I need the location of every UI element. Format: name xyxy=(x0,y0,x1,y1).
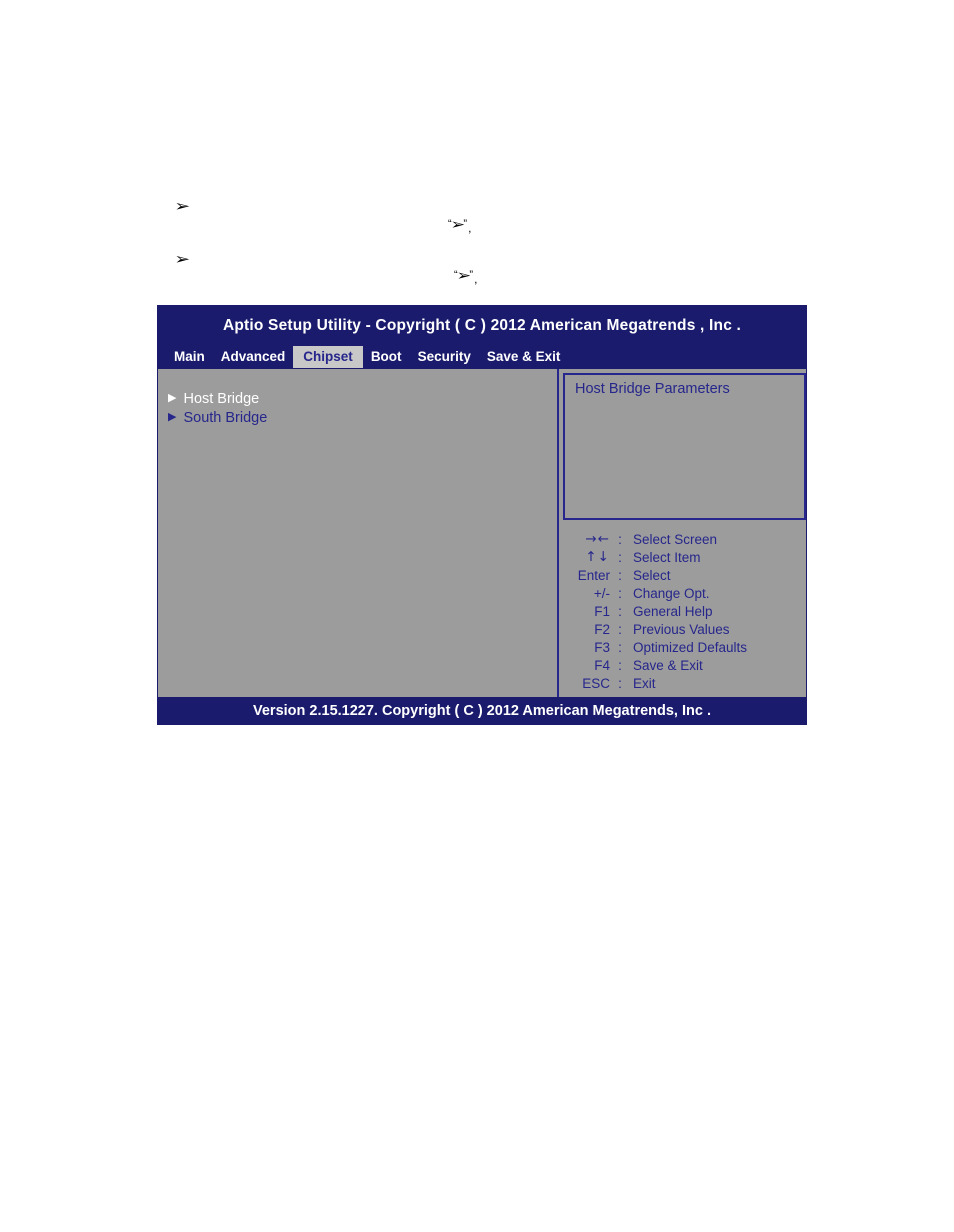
menu-item-host-bridge[interactable]: ▶ Host Bridge xyxy=(158,389,557,408)
menu-item-label: South Bridge xyxy=(183,409,268,426)
key-legend: →← : Select Screen ↑↓ : Select Item Ente… xyxy=(563,524,806,699)
bios-setup-window: Aptio Setup Utility - Copyright ( C ) 20… xyxy=(157,305,807,725)
legend-row-enter: Enter : Select xyxy=(563,566,806,584)
wingding-arrow-bullet-icon: ➢ xyxy=(174,197,191,215)
bios-body: ▶ Host Bridge ▶ South Bridge Host Bridge… xyxy=(158,369,806,701)
legend-row-change-opt: +/- : Change Opt. xyxy=(563,584,806,602)
legend-key: F2 xyxy=(594,621,610,637)
arrow-left-right-icon: →← xyxy=(585,531,610,547)
legend-colon: : xyxy=(618,621,622,637)
help-title: Host Bridge Parameters xyxy=(575,381,730,397)
legend-key: +/- xyxy=(593,585,610,601)
tab-save-and-exit[interactable]: Save & Exit xyxy=(479,347,569,368)
legend-colon: : xyxy=(618,657,622,673)
legend-label: Previous Values xyxy=(633,621,730,637)
bios-title-text: Aptio Setup Utility - Copyright ( C ) 20… xyxy=(222,316,742,334)
legend-colon: : xyxy=(618,585,622,601)
inline-quoted-marker: “➢”, xyxy=(448,214,472,236)
legend-label: Change Opt. xyxy=(633,585,710,601)
legend-key: Enter xyxy=(577,567,610,583)
trailing-comma: , xyxy=(474,272,478,286)
legend-colon: : xyxy=(618,531,622,547)
bullet-row: ➢ xyxy=(174,196,876,218)
menu-item-south-bridge[interactable]: ▶ South Bridge xyxy=(158,408,557,427)
tab-chipset[interactable]: Chipset xyxy=(293,346,363,368)
legend-label: Exit xyxy=(633,675,656,691)
bullet-row: ➢ xyxy=(174,249,876,271)
tab-boot[interactable]: Boot xyxy=(363,347,410,368)
legend-row-select-item: ↑↓ : Select Item xyxy=(563,548,806,566)
bios-version-text: Version 2.15.1227. Copyright ( C ) 2012 … xyxy=(253,703,711,719)
help-pane: Host Bridge Parameters →← : Select Scree… xyxy=(559,369,806,701)
tab-main[interactable]: Main xyxy=(166,347,213,368)
close-quote: ” xyxy=(469,269,474,281)
legend-key: F3 xyxy=(594,639,610,655)
triangle-right-icon: ▶ xyxy=(168,411,177,423)
help-description-box: Host Bridge Parameters xyxy=(563,373,806,520)
legend-label: Save & Exit xyxy=(633,657,703,673)
settings-pane: ▶ Host Bridge ▶ South Bridge xyxy=(158,369,557,701)
triangle-right-icon: ▶ xyxy=(168,392,177,404)
bios-version-bar: Version 2.15.1227. Copyright ( C ) 2012 … xyxy=(157,697,807,725)
legend-colon: : xyxy=(618,675,622,691)
legend-colon: : xyxy=(618,639,622,655)
legend-colon: : xyxy=(618,603,622,619)
legend-key: F1 xyxy=(594,603,610,619)
legend-row-optimized-defaults: F3 : Optimized Defaults xyxy=(563,638,806,656)
wingding-arrow-bullet-icon: ➢ xyxy=(174,250,191,268)
legend-label: Select Screen xyxy=(633,531,718,547)
close-quote: ” xyxy=(463,218,468,230)
legend-row-exit: ESC : Exit xyxy=(563,674,806,692)
inline-quoted-marker: “➢”, xyxy=(454,265,478,287)
bios-title-bar: Aptio Setup Utility - Copyright ( C ) 20… xyxy=(157,305,807,346)
bios-tab-bar[interactable]: Main Advanced Chipset Boot Security Save… xyxy=(157,346,807,368)
legend-colon: : xyxy=(618,549,622,565)
legend-row-save-and-exit: F4 : Save & Exit xyxy=(563,656,806,674)
legend-key: F4 xyxy=(594,657,610,673)
trailing-comma: , xyxy=(468,221,472,235)
legend-label: Select xyxy=(633,567,671,583)
document-bullet-list: ➢ “➢”, ➢ “➢”, xyxy=(0,0,954,300)
menu-item-label: Host Bridge xyxy=(183,390,260,407)
arrow-up-down-icon: ↑↓ xyxy=(585,549,610,565)
tab-advanced[interactable]: Advanced xyxy=(213,347,294,368)
legend-row-general-help: F1 : General Help xyxy=(563,602,806,620)
legend-label: Select Item xyxy=(633,549,701,565)
legend-label: Optimized Defaults xyxy=(633,639,748,655)
legend-colon: : xyxy=(618,567,622,583)
legend-row-previous-values: F2 : Previous Values xyxy=(563,620,806,638)
legend-key: ESC xyxy=(582,675,610,691)
legend-label: General Help xyxy=(633,603,713,619)
tab-security[interactable]: Security xyxy=(410,347,479,368)
legend-row-select-screen: →← : Select Screen xyxy=(563,530,806,548)
